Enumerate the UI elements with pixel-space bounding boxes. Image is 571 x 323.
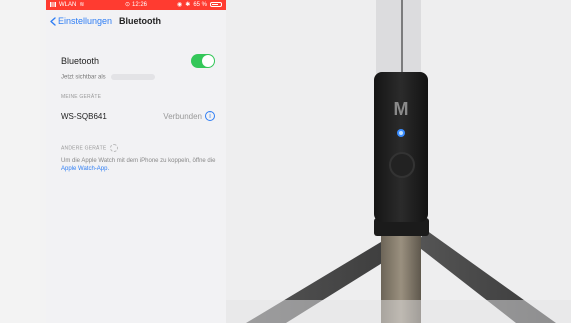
device-right: Verbunden i — [163, 111, 215, 121]
loading-spinner-icon — [109, 144, 118, 152]
info-icon[interactable]: i — [205, 111, 215, 121]
screen: WLAN ≋ ⊙ 12:26 ◉ ✱ 65 % Einstellungen Bl — [0, 0, 571, 323]
orientation-lock-icon: ◉ — [177, 2, 183, 8]
bluetooth-toggle[interactable] — [191, 54, 215, 68]
phone-settings-screen: WLAN ≋ ⊙ 12:26 ◉ ✱ 65 % Einstellungen Bl — [46, 0, 226, 323]
status-bar: WLAN ≋ ⊙ 12:26 ◉ ✱ 65 % — [46, 0, 226, 10]
navigation-bar: Einstellungen Bluetooth — [46, 12, 226, 34]
selfie-stick-tripod-image: M — [226, 0, 571, 323]
status-time: 12:26 — [132, 1, 148, 8]
blurred-device-name — [111, 74, 156, 80]
my-devices-header: MEINE GERÄTE — [61, 94, 102, 100]
page-title: Bluetooth — [119, 16, 161, 26]
back-label: Einstellungen — [58, 16, 113, 26]
bluetooth-label: Bluetooth — [61, 56, 100, 66]
product-photo: M — [226, 0, 571, 323]
device-row[interactable]: WS-SQB641 Verbunden i — [61, 108, 215, 124]
visibility-text: Jetzt sichtbar als — [61, 74, 156, 81]
bluetooth-status-icon: ✱ — [185, 2, 191, 8]
brand-logo: M — [394, 99, 409, 119]
battery-icon — [210, 2, 222, 7]
bluetooth-row: Bluetooth — [61, 52, 215, 70]
help-text: Um die Apple Watch mit dem iPhone zu kop… — [61, 158, 216, 164]
status-left: WLAN ≋ — [50, 1, 84, 8]
status-right: ◉ ✱ 65 % — [177, 1, 222, 8]
chevron-left-icon — [50, 16, 56, 26]
other-devices-header: ANDERE GERÄTE — [61, 144, 118, 152]
visible-label: Jetzt sichtbar als — [61, 74, 106, 81]
signal-icon — [50, 2, 56, 7]
status-center: ⊙ 12:26 — [124, 1, 148, 9]
carrier-label: WLAN — [59, 1, 77, 8]
device-name: WS-SQB641 — [61, 111, 107, 121]
device-status: Verbunden — [163, 111, 202, 121]
alarm-icon: ⊙ — [124, 2, 131, 8]
apple-watch-help: Um die Apple Watch mit dem iPhone zu kop… — [61, 157, 216, 173]
back-button[interactable]: Einstellungen — [50, 16, 112, 26]
battery-percent: 65 % — [193, 1, 207, 8]
other-devices-label: ANDERE GERÄTE — [61, 145, 107, 152]
apple-watch-app-link[interactable]: Apple Watch-App. — [61, 166, 109, 172]
wifi-icon: ≋ — [79, 2, 85, 8]
